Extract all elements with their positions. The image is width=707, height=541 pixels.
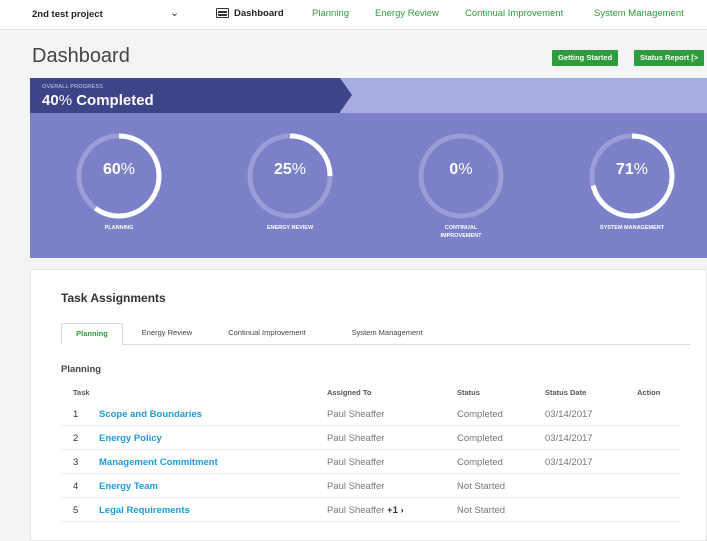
gauge-value: 0% xyxy=(449,161,473,178)
page-title: Dashboard xyxy=(32,45,130,67)
gauge-system-management: 71% xyxy=(586,130,678,222)
getting-started-button[interactable]: Getting Started xyxy=(552,50,619,66)
gauge-label-planning: PLANNING xyxy=(104,225,134,231)
task-assignments-card: Task Assignments Planning Energy Review … xyxy=(30,269,707,541)
task-number: 3 xyxy=(73,457,79,468)
dashboard-icon xyxy=(216,8,229,18)
chevron-down-icon[interactable]: ⌄ xyxy=(170,6,179,19)
assigned-to: Paul Sheaffer xyxy=(327,457,385,468)
table-row: 3 Management Commitment Paul Sheaffer Comp… xyxy=(61,450,681,474)
gauge-value: 71% xyxy=(615,161,649,178)
nav-dashboard[interactable]: Dashboard xyxy=(234,8,284,19)
column-header-status: Status xyxy=(457,388,480,397)
task-link[interactable]: Energy Policy xyxy=(99,433,162,444)
task-number: 5 xyxy=(73,505,79,516)
nav-planning[interactable]: Planning xyxy=(312,8,349,19)
column-header-action: Action xyxy=(637,388,661,397)
task-tabs: Planning Energy Review Continual Improve… xyxy=(61,323,691,345)
assigned-to: Paul Sheaffer xyxy=(327,481,385,492)
tab-energy-review[interactable]: Energy Review xyxy=(127,323,207,345)
nav-energy-review[interactable]: Energy Review xyxy=(375,8,439,19)
project-selector[interactable]: 2nd test project xyxy=(32,9,103,20)
task-number: 2 xyxy=(73,433,79,444)
task-status: Completed xyxy=(457,409,503,420)
table-row: 1 Scope and Boundaries Paul Sheaffer Compl… xyxy=(61,402,681,426)
table-row: 4 Energy Team Paul Sheaffer Not Started xyxy=(61,474,681,498)
tab-continual-improvement[interactable]: Continual Improvement xyxy=(211,323,323,345)
gauge-label-system-management: SYSTEM MANAGEMENT xyxy=(599,225,665,231)
tab-planning[interactable]: Planning xyxy=(61,323,123,345)
assigned-to: Paul Sheaffer +1 › xyxy=(327,505,404,516)
nav-system-management[interactable]: System Management xyxy=(594,8,684,19)
task-link[interactable]: Energy Team xyxy=(99,481,158,492)
table-row: 2 Energy Policy Paul Sheaffer Completed 03/… xyxy=(61,426,681,450)
task-status: Completed xyxy=(457,457,503,468)
tab-system-management[interactable]: System Management xyxy=(331,323,443,345)
gauge-continual-improvement: 0% xyxy=(415,130,507,222)
task-number: 4 xyxy=(73,481,79,492)
task-status-date: 03/14/2017 xyxy=(545,409,593,420)
gauge-label-continual-improvement: CONTINUAL IMPROVEMENT xyxy=(440,225,482,239)
gauge-planning: 60% xyxy=(73,130,165,222)
task-status: Not Started xyxy=(457,505,506,516)
section-label: Planning xyxy=(61,364,102,375)
nav-continual-improvement[interactable]: Continual Improvement xyxy=(465,8,563,19)
task-link[interactable]: Scope and Boundaries xyxy=(99,409,202,420)
task-status: Completed xyxy=(457,433,503,444)
task-link[interactable]: Legal Requirements xyxy=(99,505,190,516)
column-header-task: Task xyxy=(73,388,90,397)
gauge-value: 60% xyxy=(102,161,136,178)
overall-progress-suffix: Completed xyxy=(72,92,154,109)
task-link[interactable]: Management Commitment xyxy=(99,457,218,468)
task-assignments-title: Task Assignments xyxy=(61,291,166,305)
overall-progress-value: 40% Completed xyxy=(42,92,154,109)
overall-progress-fill: OVERALL PROGRESS 40% Completed xyxy=(30,78,352,113)
top-nav: 2nd test project ⌄ Dashboard Planning En… xyxy=(0,0,707,30)
column-header-status-date: Status Date xyxy=(545,388,587,397)
task-number: 1 xyxy=(73,409,79,420)
assigned-to: Paul Sheaffer xyxy=(327,409,385,420)
table-row: 5 Legal Requirements Paul Sheaffer +1 › Not… xyxy=(61,498,681,522)
status-report-button[interactable]: Status Report [> xyxy=(634,50,705,66)
column-header-assigned-to: Assigned To xyxy=(327,388,372,397)
gauge-value: 25% xyxy=(273,161,307,178)
task-status: Not Started xyxy=(457,481,506,492)
task-status-date: 03/14/2017 xyxy=(545,433,593,444)
gauge-energy-review: 25% xyxy=(244,130,336,222)
more-assignees-button[interactable]: +1 › xyxy=(387,505,404,516)
task-status-date: 03/14/2017 xyxy=(545,457,593,468)
overall-progress-label: OVERALL PROGRESS xyxy=(42,84,104,90)
assigned-to: Paul Sheaffer xyxy=(327,433,385,444)
progress-panel: OVERALL PROGRESS 40% Completed 60% PLANN… xyxy=(30,78,707,258)
gauge-label-energy-review: ENERGY REVIEW xyxy=(266,225,314,231)
